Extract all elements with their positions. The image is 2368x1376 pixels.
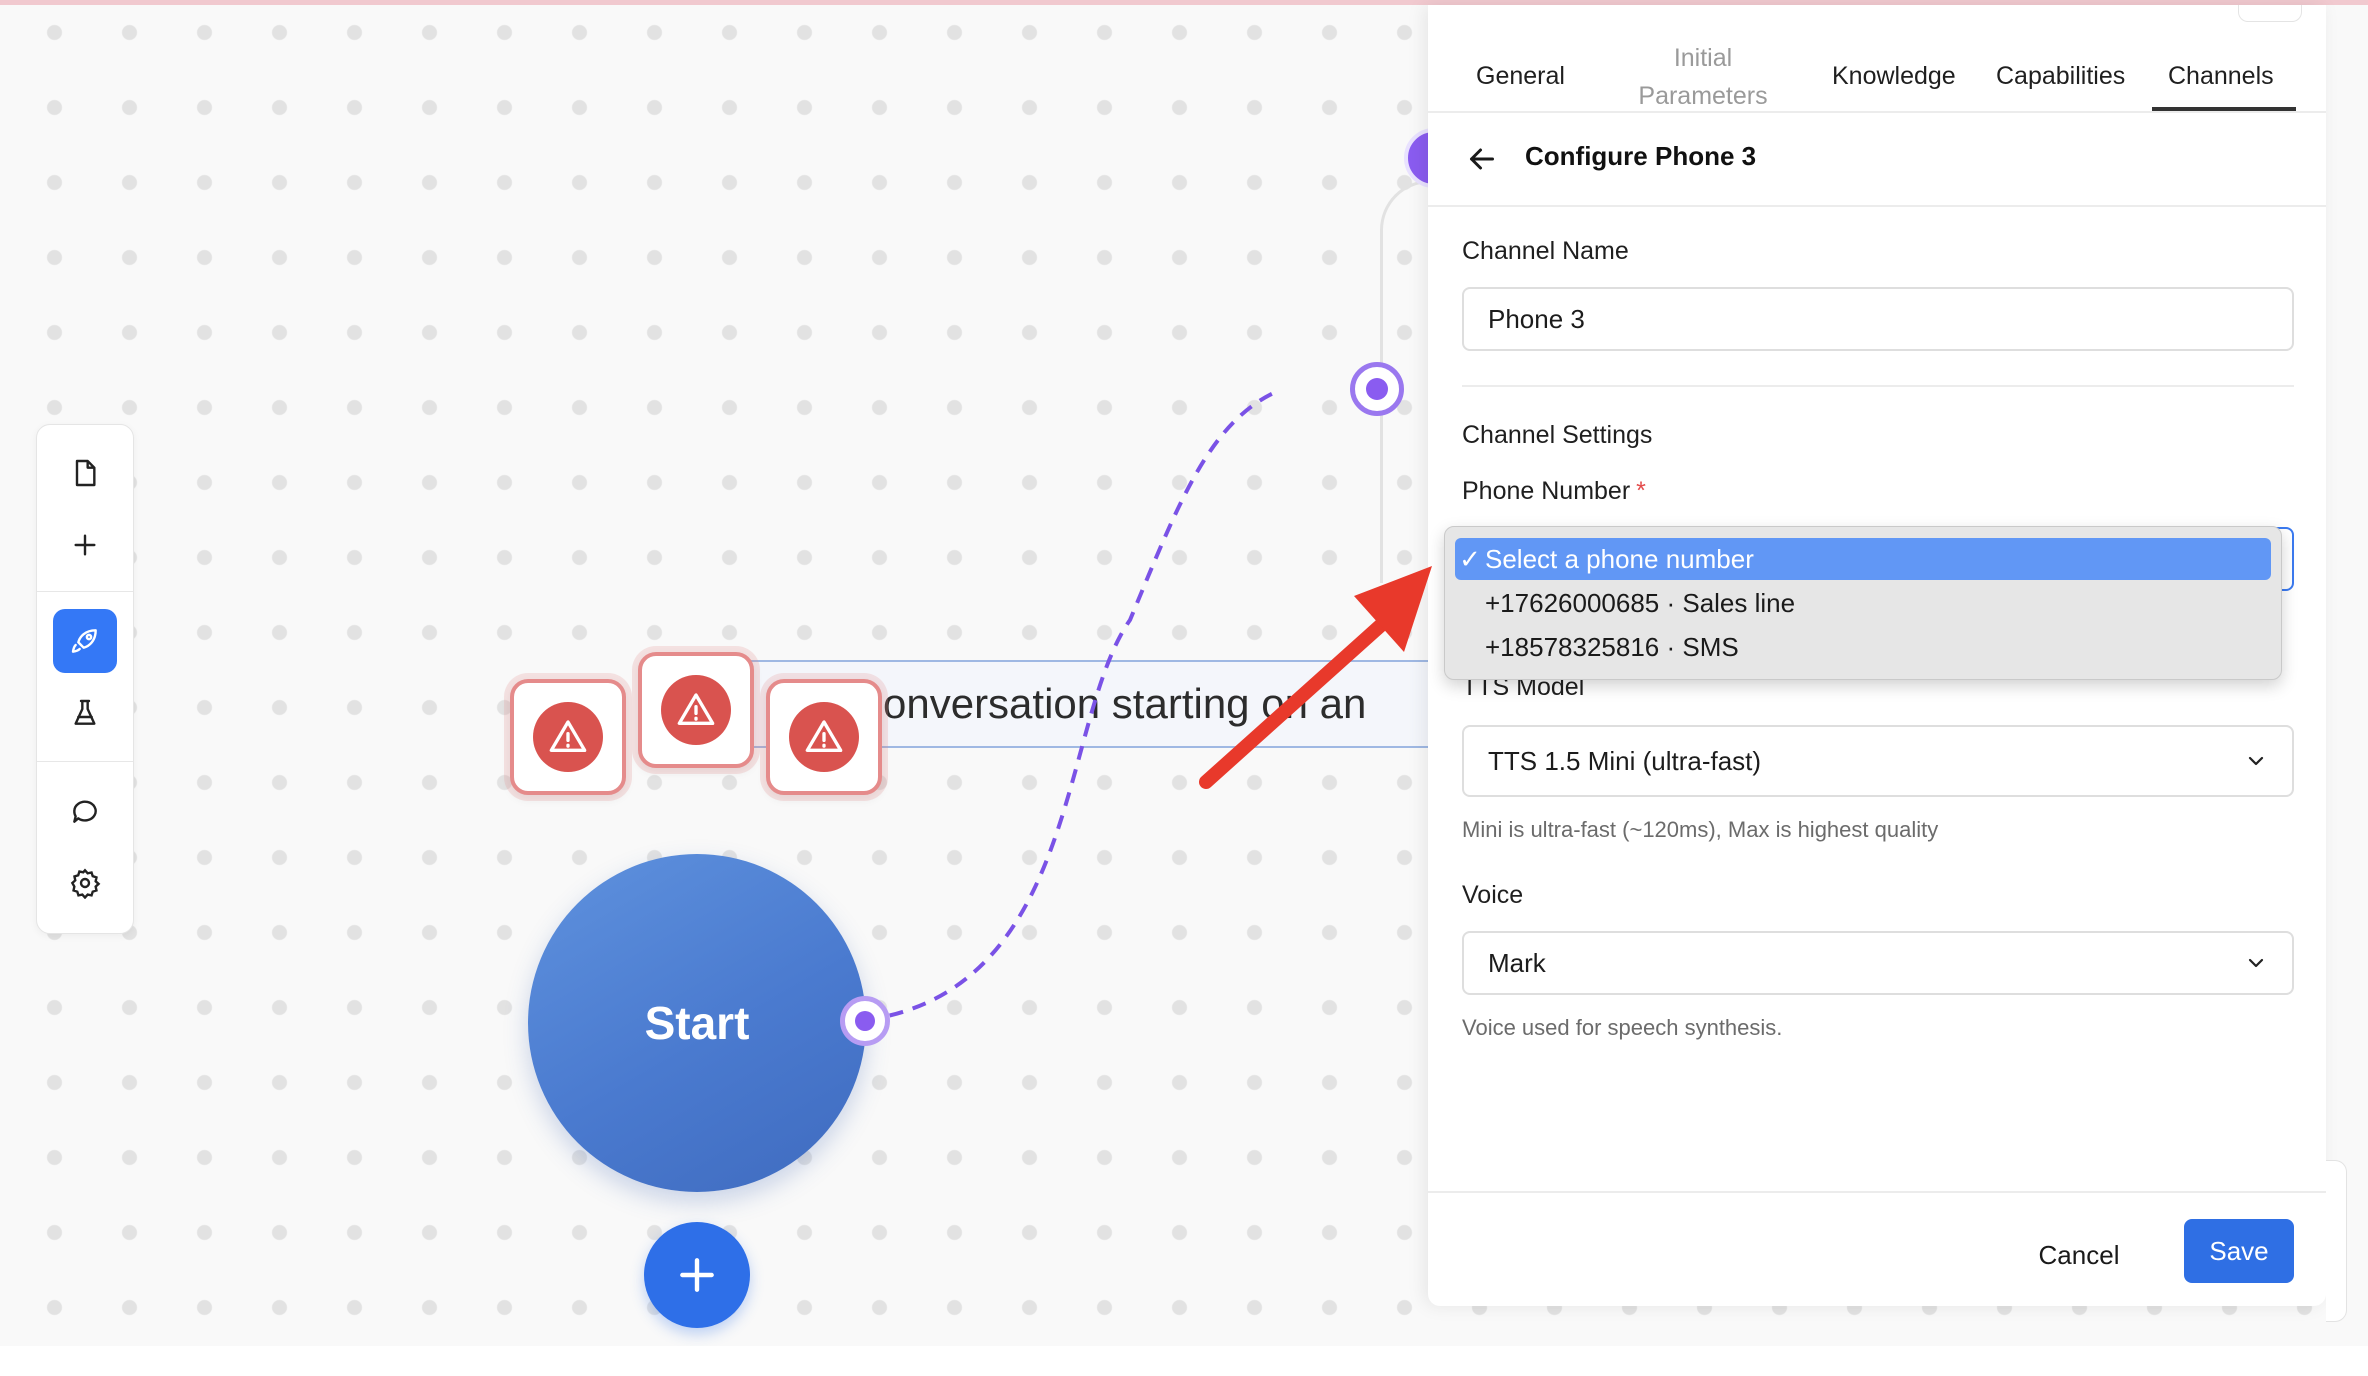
annotation-arrow xyxy=(1199,566,1432,789)
